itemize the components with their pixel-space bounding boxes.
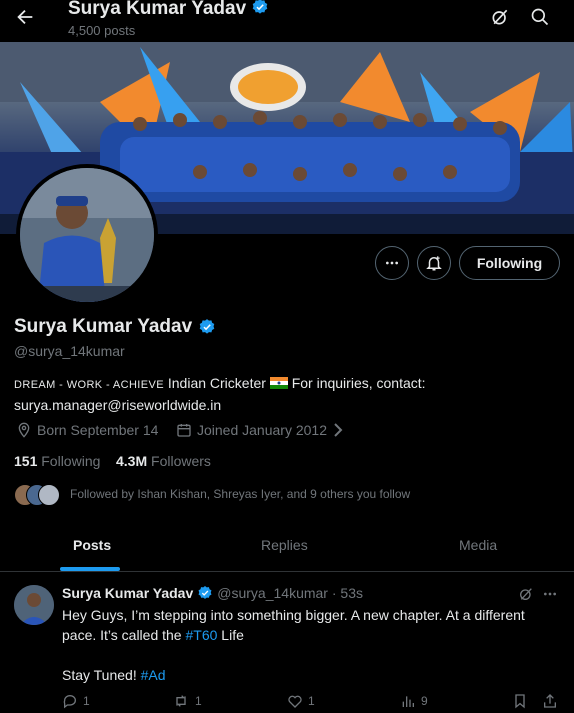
bookmark-button[interactable] [512, 693, 528, 709]
avatar [38, 484, 60, 506]
grok-icon[interactable] [490, 7, 512, 29]
tab-posts[interactable]: Posts [73, 537, 111, 553]
tab-media[interactable]: Media [459, 537, 497, 553]
verified-badge-icon [253, 0, 268, 14]
followers-label: Followers [151, 453, 211, 469]
profile-tabs: Posts Replies Media [0, 525, 574, 571]
calendar-icon [177, 424, 191, 437]
share-icon [544, 694, 556, 708]
following-count-link[interactable]: 151 Following [14, 453, 100, 469]
post-author-avatar[interactable] [14, 585, 54, 625]
more-options-button[interactable] [375, 246, 409, 280]
reply-icon [63, 695, 76, 709]
bio-after-flag: For inquiries, contact: [291, 375, 426, 391]
views-button[interactable]: 9 [400, 693, 428, 709]
notification-bell-icon [426, 256, 442, 271]
post-line-2-post: Life [217, 627, 244, 643]
posts-count: 4,500 posts [68, 23, 136, 38]
reply-button[interactable]: 1 [62, 693, 90, 709]
post-line-3-pre: Stay Tuned! [62, 667, 141, 683]
post-author-name[interactable]: Surya Kumar Yadav [62, 585, 193, 601]
profile-header: Surya Kumar Yadav 4,500 posts [0, 0, 574, 42]
hashtag-ad[interactable]: #Ad [141, 667, 166, 683]
header-name: Surya Kumar Yadav [68, 0, 247, 19]
born-text: Born September 14 [37, 422, 159, 438]
share-button[interactable] [542, 693, 558, 709]
profile-name: Surya Kumar Yadav [14, 316, 216, 338]
like-count: 1 [308, 694, 315, 708]
bio-email: surya.manager@riseworldwide.in [14, 397, 222, 413]
followers-count-link[interactable]: 4.3M Followers [116, 453, 211, 469]
bookmark-icon [515, 694, 525, 709]
post-more-icon[interactable] [542, 586, 558, 607]
grok-icon[interactable] [518, 586, 534, 607]
following-label: Following [41, 453, 101, 469]
tab-replies[interactable]: Replies [261, 537, 308, 553]
notifications-button[interactable] [417, 246, 451, 280]
repost-count: 1 [195, 694, 202, 708]
reply-count: 1 [83, 694, 90, 708]
hashtag-t60[interactable]: #T60 [185, 627, 217, 643]
born-info: Born September 14 [16, 422, 158, 438]
bio-text: Indian Cricketer [167, 375, 266, 391]
post-handle-time: @surya_14kumar · 53s [217, 585, 363, 601]
post-line-1: Hey Guys, I’m stepping into something bi… [62, 607, 525, 623]
verified-badge-icon [199, 319, 215, 334]
post-text: Hey Guys, I’m stepping into something bi… [62, 605, 562, 685]
post[interactable]: Surya Kumar Yadav @surya_14kumar · 53s H… [0, 572, 574, 709]
like-button[interactable]: 1 [287, 693, 315, 709]
following-count: 151 [14, 453, 38, 469]
follower-avatars [14, 484, 60, 506]
like-icon [288, 695, 302, 708]
joined-text: Joined January 2012 [197, 422, 327, 438]
post-line-2-pre: pace. It’s called the [62, 627, 186, 643]
more-icon [386, 261, 398, 265]
following-button[interactable]: Following [459, 246, 560, 280]
verified-badge-icon [198, 586, 212, 599]
followed-by[interactable]: Followed by Ishan Kishan, Shreyas Iyer, … [14, 484, 411, 506]
views-count: 9 [421, 694, 428, 708]
followers-count: 4.3M [116, 453, 148, 469]
search-icon[interactable] [530, 7, 552, 29]
header-title: Surya Kumar Yadav [68, 0, 269, 20]
india-flag-icon [269, 377, 288, 389]
profile-bio: DREAM - WORK - ACHIEVE Indian Cricketer … [14, 373, 559, 415]
location-icon [18, 422, 30, 438]
views-icon [402, 696, 414, 707]
profile-handle: @surya_14kumar [14, 343, 125, 359]
back-arrow-icon[interactable] [14, 6, 38, 30]
repost-button[interactable]: 1 [172, 693, 202, 709]
repost-icon [176, 695, 186, 707]
profile-name-text: Surya Kumar Yadav [14, 316, 193, 337]
post-header: Surya Kumar Yadav @surya_14kumar · 53s [62, 585, 363, 601]
profile-avatar[interactable] [16, 164, 158, 306]
bio-caps: DREAM - WORK - ACHIEVE [14, 379, 164, 391]
followed-by-text: Followed by Ishan Kishan, Shreyas Iyer, … [70, 487, 411, 501]
post-actions: 1 1 1 9 [62, 693, 562, 713]
chevron-right-icon[interactable] [332, 423, 344, 437]
joined-info: Joined January 2012 [176, 422, 344, 438]
following-button-label: Following [476, 255, 543, 271]
